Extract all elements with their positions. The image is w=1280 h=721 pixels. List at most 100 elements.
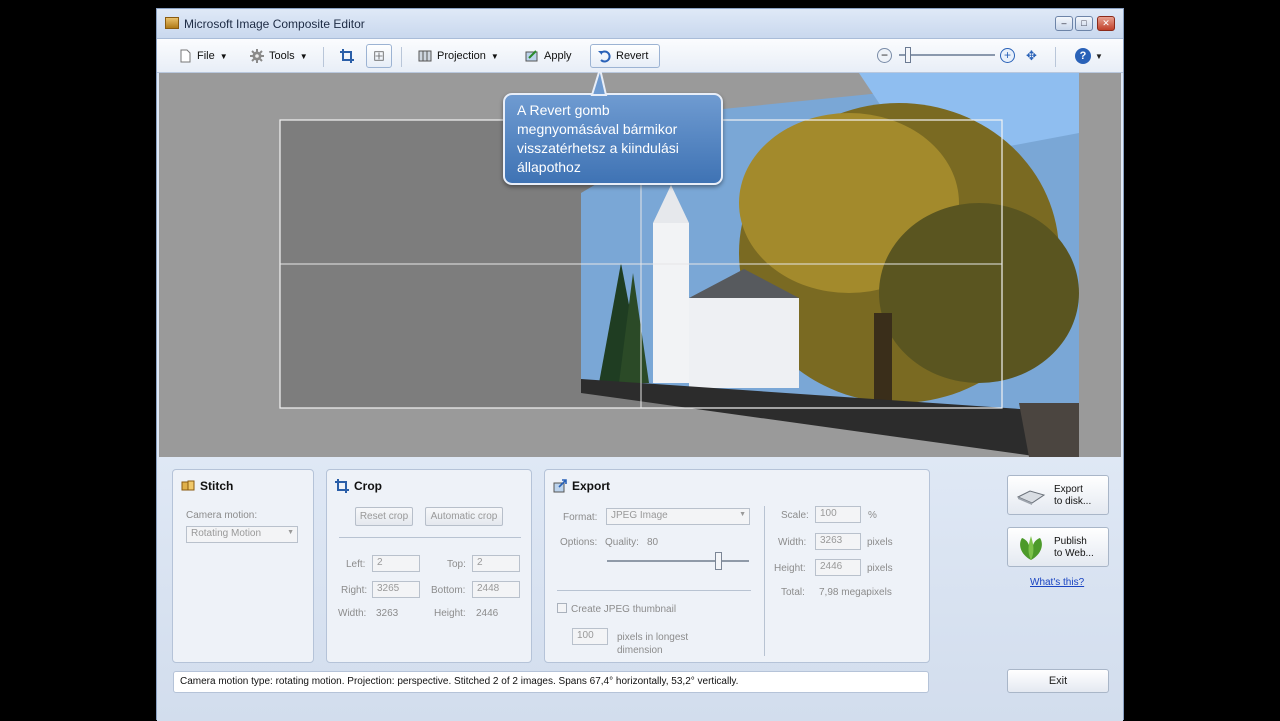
camera-motion-select[interactable]: Rotating Motion ▼ — [186, 526, 298, 543]
crop-title: Crop — [335, 479, 382, 493]
height-label: Height: — [774, 563, 806, 574]
file-menu[interactable]: File ▼ — [171, 44, 235, 68]
move-icon — [374, 51, 384, 61]
camera-motion-label: Camera motion: — [186, 510, 258, 521]
church-body — [689, 298, 799, 388]
move-tool-button[interactable] — [366, 44, 392, 68]
publish-button-line2: to Web... — [1054, 548, 1094, 559]
apply-button[interactable]: Apply — [518, 44, 579, 68]
stitch-title: Stitch — [181, 479, 233, 493]
crop-tool-button[interactable] — [333, 44, 361, 68]
projection-menu-label: Projection — [437, 50, 486, 62]
crop-top-field[interactable]: 2 — [472, 555, 520, 572]
crop-icon — [340, 49, 354, 63]
file-icon — [180, 49, 191, 63]
divider — [764, 506, 765, 656]
crop-left-label: Left: — [346, 559, 366, 570]
maximize-button[interactable]: □ — [1075, 16, 1093, 31]
reset-crop-button[interactable]: Reset crop — [355, 507, 413, 526]
exit-button[interactable]: Exit — [1007, 669, 1109, 693]
crop-height-label: Height: — [434, 608, 466, 619]
apply-icon — [525, 50, 538, 62]
quality-slider-thumb[interactable] — [714, 552, 722, 570]
divider — [339, 537, 521, 538]
crop-height-value: 2446 — [476, 608, 499, 619]
width-field[interactable]: 3263 — [815, 533, 861, 550]
revert-button[interactable]: Revert — [590, 44, 660, 68]
projection-menu[interactable]: Projection ▼ — [411, 44, 506, 68]
chevron-down-icon[interactable]: ▼ — [1095, 52, 1103, 61]
chevron-down-icon: ▼ — [287, 529, 294, 536]
height-field[interactable]: 2446 — [815, 559, 861, 576]
zoom-in-icon[interactable]: + — [1000, 48, 1015, 63]
tooltip-line: A Revert gomb — [517, 102, 610, 118]
church-tower — [653, 223, 689, 383]
tooltip-pointer — [590, 69, 608, 96]
scale-field[interactable]: 100 — [815, 506, 861, 523]
scale-unit: % — [868, 510, 877, 521]
zoom-slider[interactable] — [899, 54, 995, 56]
export-icon — [553, 479, 567, 493]
total-value: 7,98 megapixels — [819, 587, 892, 598]
chevron-down-icon: ▼ — [490, 51, 499, 61]
gear-icon — [250, 49, 264, 63]
thumbnail-size-field[interactable]: 100 — [572, 628, 608, 645]
thumbnail-unit-label: pixels in longest — [617, 632, 689, 643]
toolbar-separator — [323, 47, 324, 67]
wall-pillar — [1019, 403, 1079, 457]
publish-to-web-button[interactable]: Publish to Web... — [1007, 527, 1109, 567]
crop-right-field[interactable]: 3265 — [372, 581, 420, 598]
file-menu-label: File — [197, 50, 215, 62]
publish-button-line1: Publish — [1054, 536, 1087, 547]
revert-button-label: Revert — [616, 50, 649, 62]
whats-this-link[interactable]: What's this? — [1030, 577, 1084, 588]
export-to-disk-button[interactable]: Export to disk... — [1007, 475, 1109, 515]
tools-menu-label: Tools — [269, 50, 295, 62]
revert-tooltip: A Revert gomb megnyomásával bármikor vis… — [503, 93, 723, 185]
chevron-down-icon: ▼ — [219, 51, 228, 61]
fit-to-window-icon[interactable]: ✥ — [1026, 48, 1042, 63]
export-button-line1: Export — [1054, 484, 1083, 495]
automatic-crop-button[interactable]: Automatic crop — [425, 507, 503, 526]
crop-icon — [335, 479, 349, 493]
crop-top-label: Top: — [447, 559, 466, 570]
leaf-icon — [1020, 536, 1042, 560]
chevron-down-icon: ▼ — [739, 511, 746, 518]
stitch-title-label: Stitch — [200, 479, 234, 493]
crop-right-label: Right: — [341, 585, 368, 596]
tooltip-line: állapothoz — [517, 159, 581, 175]
settings-area: Stitch Camera motion: Rotating Motion ▼ … — [157, 457, 1123, 721]
format-label: Format: — [563, 512, 598, 523]
quality-slider[interactable] — [607, 560, 749, 562]
format-select[interactable]: JPEG Image ▼ — [606, 508, 750, 525]
crop-bottom-field[interactable]: 2448 — [472, 581, 520, 598]
apply-button-label: Apply — [544, 50, 572, 62]
height-unit: pixels — [867, 563, 893, 574]
total-label: Total: — [781, 587, 805, 598]
export-panel: Export Format: JPEG Image ▼ Options: Qua… — [544, 469, 930, 663]
help-icon[interactable]: ? — [1075, 48, 1091, 64]
tools-menu[interactable]: Tools ▼ — [243, 44, 315, 68]
app-icon — [165, 17, 179, 29]
crop-width-value: 3263 — [376, 608, 399, 619]
minimize-button[interactable]: – — [1055, 16, 1073, 31]
export-button-line2: to disk... — [1054, 496, 1092, 507]
crop-title-label: Crop — [354, 479, 382, 493]
camera-motion-value: Rotating Motion — [191, 528, 262, 539]
format-value: JPEG Image — [611, 510, 668, 521]
crop-panel: Crop Reset crop Automatic crop Left: 2 T… — [326, 469, 532, 663]
zoom-slider-thumb[interactable] — [905, 47, 911, 63]
thumbnail-checkbox[interactable] — [557, 603, 567, 613]
width-unit: pixels — [867, 537, 893, 548]
close-button[interactable]: ✕ — [1097, 16, 1115, 31]
thumbnail-unit-label-2: dimension — [617, 645, 663, 656]
projection-icon — [418, 50, 432, 62]
status-text: Camera motion type: rotating motion. Pro… — [180, 676, 739, 687]
stitch-icon — [181, 480, 195, 491]
tooltip-line: megnyomásával bármikor — [517, 121, 678, 137]
crop-left-field[interactable]: 2 — [372, 555, 420, 572]
title-bar: Microsoft Image Composite Editor – □ ✕ — [157, 9, 1123, 39]
thumbnail-label: Create JPEG thumbnail — [571, 604, 677, 615]
options-label: Options: — [560, 537, 598, 548]
zoom-out-icon[interactable]: − — [877, 48, 892, 63]
